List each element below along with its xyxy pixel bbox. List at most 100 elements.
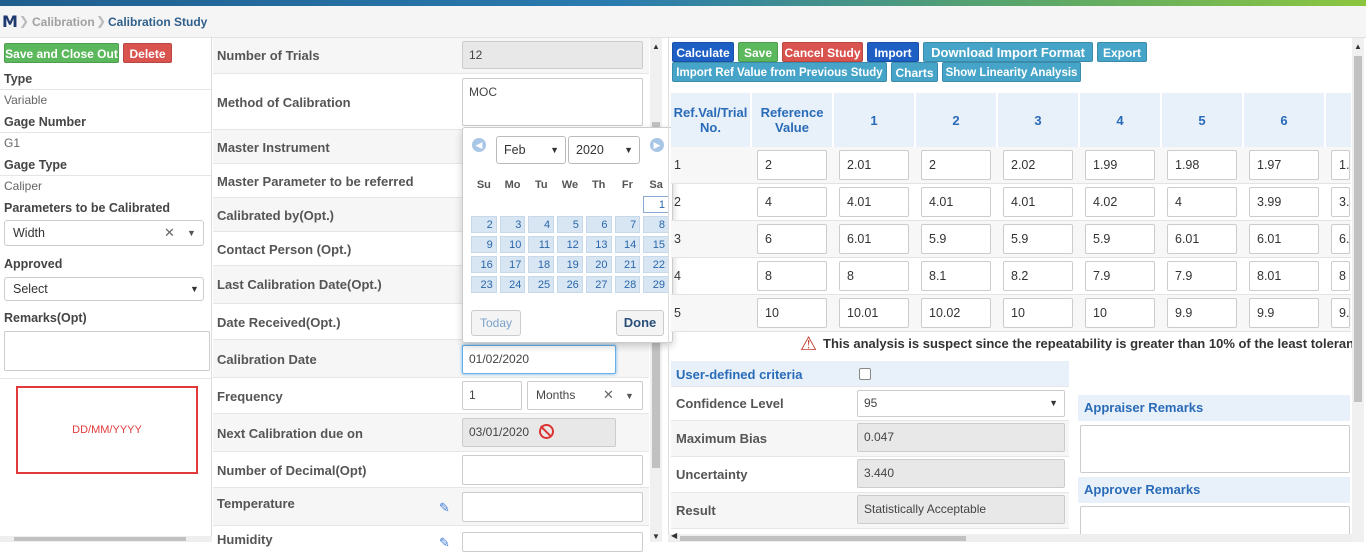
trial-value-input[interactable]: 4.02 (1085, 187, 1155, 217)
calibration-date-input[interactable]: 01/02/2020 (462, 345, 616, 374)
calendar-day[interactable]: 11 (528, 236, 555, 253)
trial-value-input[interactable]: 8.1 (921, 261, 991, 291)
show-linearity-button[interactable]: Show Linearity Analysis (942, 62, 1081, 82)
calculate-button[interactable]: Calculate (672, 42, 734, 62)
import-button[interactable]: Import (867, 42, 919, 62)
trial-value-input[interactable]: 6.01 (1249, 224, 1319, 254)
trial-value-input[interactable]: 1.9 (1331, 150, 1350, 180)
year-select[interactable]: 2020 ▼ (568, 136, 640, 164)
calendar-day[interactable]: 4 (528, 216, 555, 233)
method-of-calibration-field[interactable]: MOC (462, 78, 643, 126)
trial-value-input[interactable]: 6.0 (1331, 224, 1350, 254)
calendar-day[interactable]: 12 (557, 236, 583, 253)
import-ref-value-button[interactable]: Import Ref Value from Previous Study (672, 62, 887, 82)
trial-value-input[interactable]: 10.02 (921, 298, 991, 328)
trial-value-input[interactable]: 10.01 (839, 298, 909, 328)
clear-icon[interactable]: ✕ (603, 387, 614, 403)
trial-value-input[interactable]: 8 (839, 261, 909, 291)
calendar-day[interactable]: 24 (499, 276, 526, 293)
charts-button[interactable]: Charts (891, 62, 938, 82)
trial-value-input[interactable]: 4 (1167, 187, 1237, 217)
trial-value-input[interactable]: 9.9 (1331, 298, 1350, 328)
done-button[interactable]: Done (616, 310, 664, 336)
trial-value-input[interactable]: 4.01 (921, 187, 991, 217)
approver-remarks-textarea[interactable] (1080, 506, 1350, 536)
remarks-textarea[interactable] (4, 331, 210, 371)
confidence-level-select[interactable]: 95 ▼ (857, 390, 1065, 417)
result-field[interactable]: Statistically Acceptable (857, 495, 1065, 524)
trial-value-input[interactable]: 7.9 (1167, 261, 1237, 291)
calendar-day[interactable]: 18 (528, 256, 555, 273)
chevron-down-icon[interactable]: ▼ (190, 284, 199, 294)
edit-pencil-icon[interactable]: ✎ (439, 500, 450, 516)
trial-value-input[interactable]: 5.9 (1085, 224, 1155, 254)
trial-value-input[interactable]: 9.9 (1249, 298, 1319, 328)
next-month-icon[interactable]: ▶ (650, 138, 664, 152)
export-button[interactable]: Export (1097, 42, 1147, 62)
maximum-bias-field[interactable]: 0.047 (857, 423, 1065, 452)
delete-button[interactable]: Delete (123, 43, 172, 63)
trial-value-input[interactable]: 4.01 (1003, 187, 1073, 217)
calendar-day[interactable]: 3 (499, 216, 526, 233)
calendar-day[interactable]: 10 (499, 236, 526, 253)
trial-value-input[interactable]: 1.99 (1085, 150, 1155, 180)
scroll-down-icon[interactable]: ▼ (652, 532, 660, 541)
trial-value-input[interactable]: 3.9 (1331, 187, 1350, 217)
trial-value-input[interactable]: 2.01 (839, 150, 909, 180)
chevron-down-icon[interactable]: ▼ (187, 228, 196, 238)
scroll-up-icon[interactable]: ▲ (1354, 42, 1362, 51)
calendar-day[interactable]: 9 (471, 236, 497, 253)
calendar-day[interactable]: 5 (557, 216, 583, 233)
reference-value-input[interactable]: 6 (757, 224, 827, 254)
save-button[interactable]: Save (738, 42, 778, 62)
calendar-day[interactable]: 2 (471, 216, 497, 233)
trial-value-input[interactable]: 6.01 (1167, 224, 1237, 254)
uncertainty-field[interactable]: 3.440 (857, 459, 1065, 488)
approved-select[interactable]: Select (4, 277, 204, 301)
trial-value-input[interactable]: 10 (1085, 298, 1155, 328)
calendar-day[interactable]: 14 (614, 236, 641, 253)
month-select[interactable]: Feb ▼ (496, 136, 566, 164)
horizontal-scrollbar[interactable] (0, 536, 212, 542)
calendar-day[interactable]: 25 (528, 276, 555, 293)
page-vertical-scrollbar[interactable]: ▲ (1352, 38, 1364, 542)
page-horizontal-scrollbar[interactable]: ◀ (668, 531, 1352, 542)
appraiser-remarks-textarea[interactable] (1080, 425, 1350, 473)
breadcrumb-calibration[interactable]: Calibration (32, 15, 95, 29)
trial-value-input[interactable]: 5.9 (1003, 224, 1073, 254)
trial-value-input[interactable]: 3.99 (1249, 187, 1319, 217)
trial-value-input[interactable]: 8.2 (1003, 261, 1073, 291)
trial-value-input[interactable]: 8.01 (1249, 261, 1319, 291)
trial-value-input[interactable]: 5.9 (921, 224, 991, 254)
user-defined-checkbox[interactable] (859, 368, 871, 380)
trial-value-input[interactable]: 4.01 (839, 187, 909, 217)
calendar-day[interactable]: 13 (585, 236, 612, 253)
cancel-study-button[interactable]: Cancel Study (782, 42, 863, 62)
calendar-day[interactable]: 16 (471, 256, 497, 273)
calendar-day[interactable]: 19 (557, 256, 583, 273)
reference-value-input[interactable]: 2 (757, 150, 827, 180)
download-import-format-button[interactable]: Download Import Format (923, 42, 1093, 62)
reference-value-input[interactable]: 4 (757, 187, 827, 217)
calendar-day[interactable]: 22 (643, 256, 669, 273)
trial-value-input[interactable]: 8 (1331, 261, 1350, 291)
save-and-close-out-button[interactable]: Save and Close Out (4, 43, 119, 63)
app-logo[interactable]: M (2, 12, 18, 31)
calendar-day[interactable]: 20 (585, 256, 612, 273)
trial-value-input[interactable]: 10 (1003, 298, 1073, 328)
calendar-day[interactable]: 28 (614, 276, 641, 293)
calendar-day[interactable]: 29 (643, 276, 669, 293)
calendar-day[interactable]: 26 (557, 276, 583, 293)
trial-value-input[interactable]: 1.97 (1249, 150, 1319, 180)
trial-value-input[interactable]: 2 (921, 150, 991, 180)
calendar-day[interactable]: 17 (499, 256, 526, 273)
calendar-day[interactable]: 7 (614, 216, 641, 233)
temperature-input[interactable] (462, 492, 643, 522)
trial-value-input[interactable]: 9.9 (1167, 298, 1237, 328)
trial-value-input[interactable]: 2.02 (1003, 150, 1073, 180)
calendar-day[interactable]: 8 (643, 216, 669, 233)
clear-icon[interactable]: ✕ (164, 225, 175, 241)
trial-value-input[interactable]: 1.98 (1167, 150, 1237, 180)
calendar-day[interactable]: 1 (643, 196, 669, 213)
calendar-day[interactable]: 15 (643, 236, 669, 253)
